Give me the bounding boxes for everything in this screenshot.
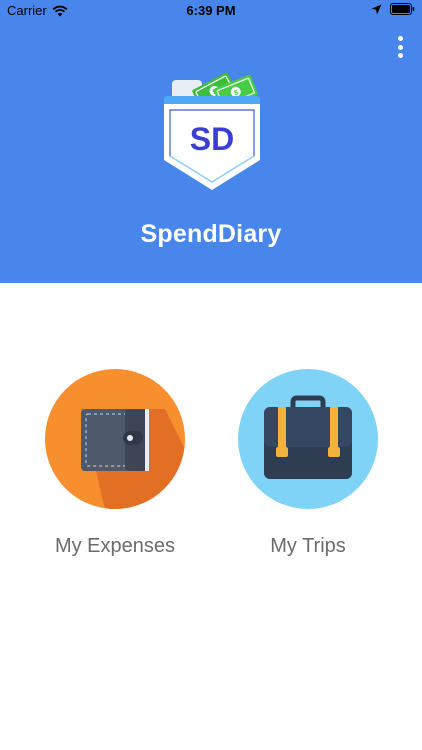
status-right [371, 3, 415, 15]
location-arrow-icon [371, 4, 382, 14]
battery-icon [390, 3, 415, 15]
more-options-button[interactable] [392, 33, 408, 61]
my-expenses-label: My Expenses [54, 535, 176, 557]
app-logo: $ $ SD [164, 72, 260, 190]
more-dot [397, 44, 403, 50]
app-header: Carrier 6:39 PM $ SD SpendDiary [0, 0, 422, 283]
status-bar: Carrier 6:39 PM [0, 0, 422, 22]
more-dot [397, 53, 403, 58]
my-trips-tile[interactable]: My Trips [237, 369, 379, 557]
briefcase-icon [238, 369, 378, 509]
my-expenses-tile[interactable]: My Expenses [44, 369, 186, 557]
status-time: 6:39 PM [186, 3, 236, 18]
wallet-icon [45, 369, 185, 509]
my-trips-label: My Trips [270, 535, 346, 557]
more-vertical-icon [397, 36, 403, 41]
logo-text: SD [190, 121, 234, 157]
app-title: SpendDiary [140, 220, 282, 248]
